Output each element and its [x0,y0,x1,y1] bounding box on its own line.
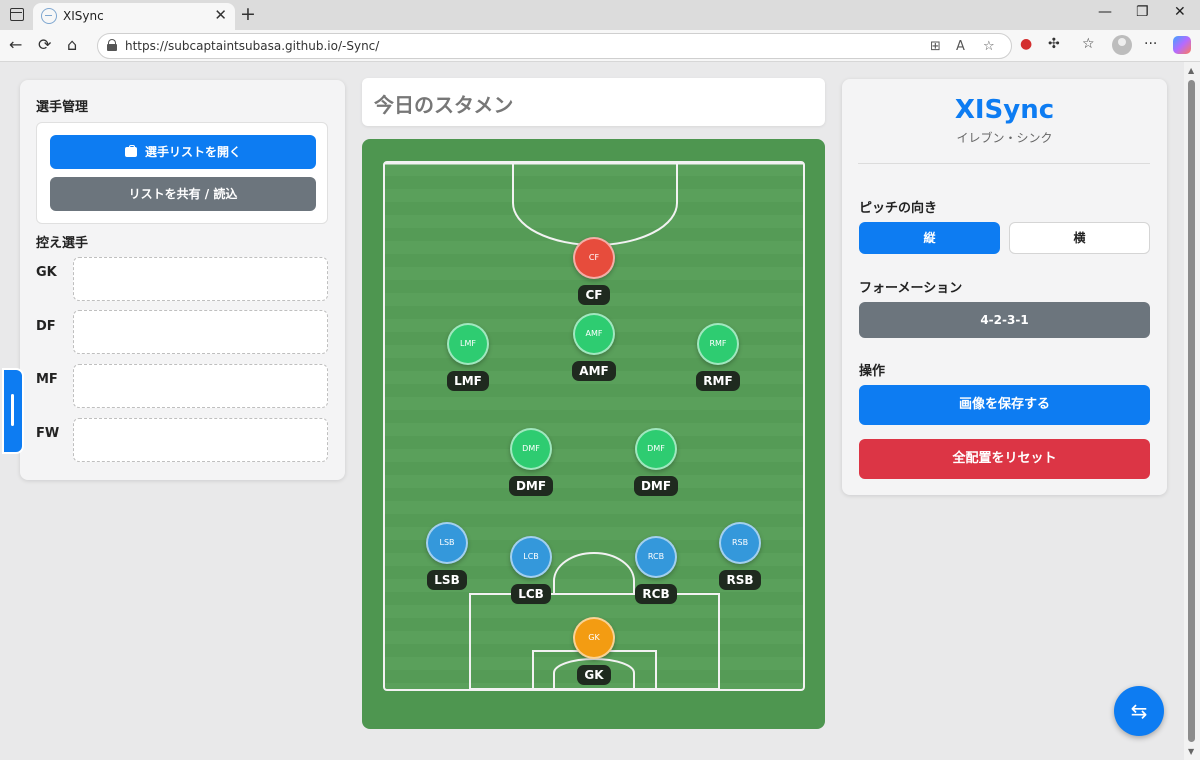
favorites-icon[interactable]: ☆ [1082,36,1095,52]
player-disc[interactable]: LCB [510,536,552,578]
extension-icon[interactable]: ● [1020,36,1032,52]
player-dmf-right[interactable]: DMF DMF [621,428,691,496]
copilot-icon[interactable] [1173,36,1191,54]
lineup-title[interactable]: 今日のスタメン [374,89,513,118]
browser-toolbar: ← ⟳ ⌂ https://subcaptaintsubasa.github.i… [0,30,1200,62]
more-menu-icon[interactable]: ··· [1144,36,1157,52]
browser-tab-bar: XISync ✕ + — ❐ ✕ [0,0,1200,30]
player-label: CF [578,285,610,305]
player-label: RCB [635,584,677,604]
orientation-horizontal-button[interactable]: 横 [1009,222,1150,254]
bench-label-fw: FW [36,426,60,441]
bench-slot-gk[interactable] [73,257,328,301]
share-list-button[interactable]: リストを共有 / 読込 [50,177,316,211]
player-disc[interactable]: RMF [697,323,739,365]
player-disc[interactable]: DMF [510,428,552,470]
player-label: DMF [633,476,679,496]
open-player-list-label: 選手リストを開く [144,145,241,159]
player-list-card: 選手リストを開く リストを共有 / 読込 [36,122,328,224]
browser-tab[interactable]: XISync ✕ [33,3,235,30]
player-cf[interactable]: CF CF [559,237,629,305]
player-disc[interactable]: AMF [573,313,615,355]
orientation-title: ピッチの向き [859,201,938,216]
bench-label-mf: MF [36,372,58,387]
player-management-panel: 選手管理 選手リストを開く リストを共有 / 読込 控え選手 GK DF MF … [20,80,345,480]
player-label: LCB [511,584,551,604]
player-label: AMF [572,361,616,381]
page: 選手管理 選手リストを開く リストを共有 / 読込 控え選手 GK DF MF … [0,62,1200,760]
scroll-up-icon[interactable]: ▲ [1188,66,1194,75]
tab-actions-icon[interactable] [10,8,24,21]
player-disc[interactable]: LMF [447,323,489,365]
scrollbar-thumb[interactable] [1188,80,1195,742]
sidebar-toggle-handle[interactable] [2,368,24,454]
player-lmf[interactable]: LMF LMF [433,323,503,391]
swap-fab-button[interactable]: ⇆ [1114,686,1164,736]
open-player-list-button[interactable]: 選手リストを開く [50,135,316,169]
bench-slot-df[interactable] [73,310,328,354]
player-label: LSB [427,570,467,590]
bench-label-df: DF [36,319,56,334]
address-bar[interactable]: https://subcaptaintsubasa.github.io/-Syn… [97,33,1012,59]
player-disc[interactable]: RSB [719,522,761,564]
player-label: RMF [696,371,740,391]
bench-title: 控え選手 [36,236,89,251]
lineup-title-box[interactable]: 今日のスタメン [362,78,825,126]
favorite-star-icon[interactable]: ☆ [983,39,995,54]
actions-title: 操作 [859,364,886,379]
divider [858,163,1150,164]
player-rmf[interactable]: RMF RMF [683,323,753,391]
read-aloud-icon[interactable]: A [956,39,965,54]
pitch-container: CF CF LMF LMF AMF AMF RMF RMF DMF DMF DM… [362,139,825,729]
player-gk[interactable]: GK GK [559,617,629,685]
player-rcb[interactable]: RCB RCB [621,536,691,604]
player-rsb[interactable]: RSB RSB [705,522,775,590]
brand-title: XISync [954,95,1055,125]
player-disc[interactable]: LSB [426,522,468,564]
tab-close-icon[interactable]: ✕ [214,6,227,24]
reload-icon[interactable]: ⟳ [38,35,51,55]
player-label: RSB [719,570,761,590]
bench-slot-fw[interactable] [73,418,328,462]
player-label: GK [577,665,611,685]
bench-slot-mf[interactable] [73,364,328,408]
player-dmf-left[interactable]: DMF DMF [496,428,566,496]
bench-label-gk: GK [36,265,57,280]
orientation-vertical-button[interactable]: 縦 [859,222,1000,254]
tab-title: XISync [63,9,104,23]
player-amf[interactable]: AMF AMF [559,313,629,381]
home-icon[interactable]: ⌂ [67,35,77,55]
player-disc[interactable]: GK [573,617,615,659]
url-text[interactable]: https://subcaptaintsubasa.github.io/-Syn… [125,39,379,53]
app-available-icon[interactable]: ⊞ [930,39,941,54]
reset-all-button[interactable]: 全配置をリセット [859,439,1150,479]
player-label: DMF [508,476,554,496]
back-icon[interactable]: ← [9,35,22,55]
player-label: LMF [447,371,489,391]
page-scrollbar[interactable]: ▲ ▼ [1184,62,1200,760]
new-tab-icon[interactable]: + [240,3,256,25]
player-lsb[interactable]: LSB LSB [412,522,482,590]
player-disc[interactable]: RCB [635,536,677,578]
clipboard-icon [124,145,137,157]
scroll-down-icon[interactable]: ▼ [1188,747,1194,756]
player-disc[interactable]: DMF [635,428,677,470]
site-favicon-icon [41,8,57,24]
brand-subtitle: イレブン・シンク [956,131,1053,145]
extensions-puzzle-icon[interactable]: ✣ [1048,36,1060,52]
formation-title: フォーメーション [859,281,963,296]
player-lcb[interactable]: LCB LCB [496,536,566,604]
lock-icon[interactable] [107,39,117,51]
save-image-button[interactable]: 画像を保存する [859,385,1150,425]
profile-avatar[interactable] [1112,35,1132,55]
settings-panel: XISync イレブン・シンク ピッチの向き 縦 横 フォーメーション 4-2-… [842,79,1167,495]
window-close-icon[interactable]: ✕ [1174,4,1186,20]
formation-select[interactable]: 4-2-3-1 [859,302,1150,338]
swap-arrows-icon: ⇆ [1130,699,1148,723]
player-disc[interactable]: CF [573,237,615,279]
restore-icon[interactable]: ❐ [1136,4,1149,20]
minimize-icon[interactable]: — [1098,4,1112,20]
section-title: 選手管理 [36,100,89,115]
